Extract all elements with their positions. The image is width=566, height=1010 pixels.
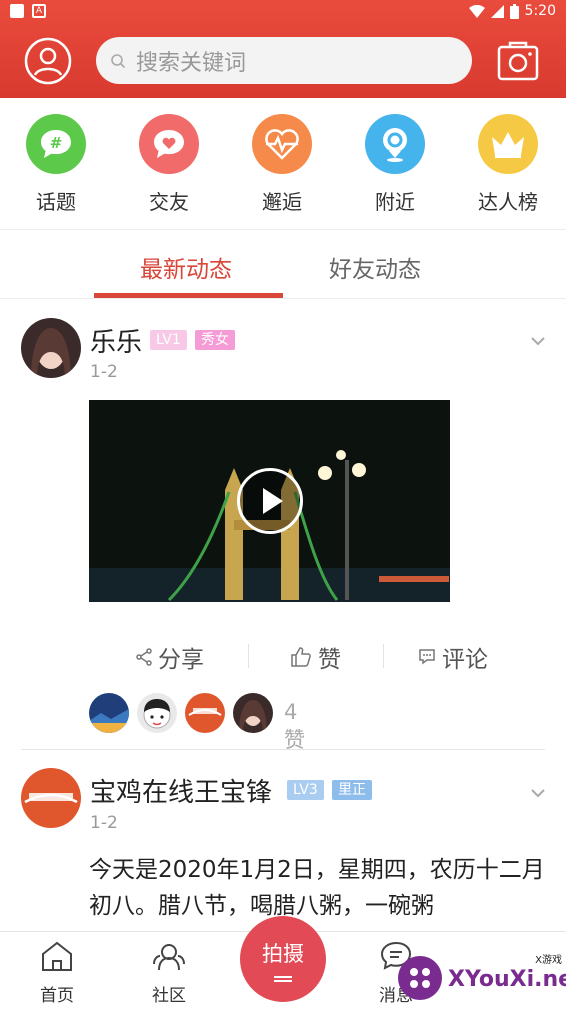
like-button[interactable]: 赞 bbox=[290, 640, 341, 674]
nav-community[interactable]: 社区 bbox=[139, 940, 199, 1006]
tab-latest[interactable]: 最新动态 bbox=[140, 250, 232, 284]
level-badge: LV3 bbox=[287, 780, 324, 800]
category-label: 附近 bbox=[375, 190, 415, 214]
liker-avatar[interactable] bbox=[233, 693, 273, 733]
liker-avatar[interactable] bbox=[185, 693, 225, 733]
watermark-small: X游戏 bbox=[535, 953, 562, 966]
post-time: 1-2 bbox=[90, 362, 118, 382]
search-bar[interactable]: 搜索关键词 bbox=[96, 37, 472, 84]
post-divider bbox=[21, 749, 545, 750]
category-label: 话题 bbox=[36, 190, 76, 214]
heartbeat-icon bbox=[252, 114, 312, 174]
level-badge: LV1 bbox=[150, 330, 187, 350]
home-icon bbox=[42, 941, 72, 971]
search-placeholder: 搜索关键词 bbox=[136, 50, 247, 76]
watermark-brand: XYouXi.net bbox=[448, 967, 566, 992]
liker-avatar[interactable] bbox=[89, 693, 129, 733]
notification-icon bbox=[10, 4, 24, 18]
divider bbox=[383, 644, 384, 668]
watermark-logo: X游戏 XYouXi.net bbox=[398, 953, 566, 1000]
post-username[interactable]: 宝鸡在线王宝锋 bbox=[90, 772, 272, 809]
comment-button[interactable]: 评论 bbox=[418, 640, 488, 674]
share-button[interactable]: 分享 bbox=[136, 640, 204, 674]
app-header: A 5:20 搜索关键词 bbox=[0, 0, 566, 98]
post-time: 1-2 bbox=[90, 813, 118, 833]
share-label: 分享 bbox=[158, 647, 204, 673]
post-actions: 分享 赞 评论 bbox=[0, 640, 566, 674]
play-icon bbox=[263, 488, 283, 514]
comment-icon bbox=[419, 649, 435, 665]
app-a-icon: A bbox=[32, 4, 46, 18]
play-button[interactable] bbox=[237, 468, 303, 534]
avatar[interactable] bbox=[21, 318, 81, 378]
crown-icon bbox=[478, 114, 538, 174]
location-pin-icon bbox=[365, 114, 425, 174]
category-ranking[interactable]: 达人榜 bbox=[463, 114, 553, 215]
menu-lines-icon bbox=[274, 976, 292, 978]
nav-home[interactable]: 首页 bbox=[27, 940, 87, 1006]
category-encounter[interactable]: 邂逅 bbox=[237, 114, 327, 215]
chevron-down-icon[interactable] bbox=[530, 788, 546, 798]
category-label: 达人榜 bbox=[478, 190, 538, 214]
category-label: 邂逅 bbox=[262, 190, 302, 214]
comment-label: 评论 bbox=[442, 647, 488, 673]
liker-avatar[interactable] bbox=[137, 693, 177, 733]
post-username[interactable]: 乐乐 bbox=[90, 322, 142, 359]
video-player[interactable] bbox=[89, 400, 450, 602]
wifi-icon bbox=[468, 4, 485, 18]
post-text: 今天是2020年1月2日，星期四，农历十二月初八。腊八节，喝腊八粥，一碗粥 bbox=[89, 857, 545, 919]
tab-indicator bbox=[94, 293, 283, 298]
community-icon bbox=[153, 944, 185, 971]
thumbs-up-icon bbox=[291, 647, 311, 667]
category-friends[interactable]: 交友 bbox=[124, 114, 214, 215]
status-bar: A 5:20 bbox=[0, 0, 566, 24]
nav-label: 首页 bbox=[40, 986, 74, 1006]
nav-label: 社区 bbox=[152, 986, 186, 1006]
search-icon bbox=[111, 53, 126, 68]
hashtag-bubble-icon: # bbox=[26, 114, 86, 174]
shoot-label: 拍摄 bbox=[262, 942, 304, 966]
title-badge: 里正 bbox=[332, 780, 372, 800]
category-label: 交友 bbox=[149, 190, 189, 214]
shoot-button[interactable]: 拍摄 bbox=[240, 916, 326, 1002]
camera-button[interactable] bbox=[496, 40, 540, 82]
category-nearby[interactable]: 附近 bbox=[350, 114, 440, 215]
signal-icon bbox=[490, 4, 504, 18]
title-badge: 秀女 bbox=[195, 330, 235, 350]
tab-friends[interactable]: 好友动态 bbox=[329, 250, 421, 284]
profile-button[interactable] bbox=[24, 37, 72, 85]
avatar[interactable] bbox=[21, 768, 81, 828]
like-label: 赞 bbox=[318, 647, 341, 673]
feed-tabs: 最新动态 好友动态 bbox=[0, 230, 566, 299]
heart-bubble-icon bbox=[139, 114, 199, 174]
divider bbox=[248, 644, 249, 668]
user-icon bbox=[24, 37, 72, 85]
category-bar: # 话题 交友 邂逅 附近 达人榜 bbox=[0, 98, 566, 230]
watermark: X游戏 XYouXi.net bbox=[396, 940, 566, 1006]
like-count: 4赞 bbox=[284, 700, 305, 752]
battery-icon bbox=[509, 3, 519, 19]
status-time: 5:20 bbox=[524, 3, 556, 19]
chevron-down-icon[interactable] bbox=[530, 336, 546, 346]
camera-icon bbox=[497, 41, 539, 81]
share-icon bbox=[136, 648, 152, 666]
category-topic[interactable]: # 话题 bbox=[11, 114, 101, 215]
svg-text:#: # bbox=[50, 134, 63, 152]
